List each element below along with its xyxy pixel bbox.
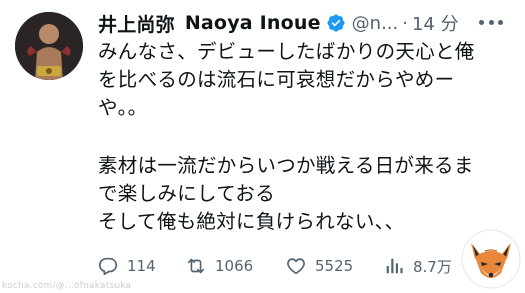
tweet-text: みんなさ、デビューしたばかりの天心と俺 を比べるのは流石に可哀想だからやめー や…: [98, 38, 513, 236]
like-icon: [287, 258, 305, 275]
verified-badge-icon: [327, 14, 345, 32]
view-count: 8.7万: [413, 257, 452, 276]
retweet-count: 1066: [215, 257, 254, 275]
reply-button[interactable]: 114: [97, 255, 185, 277]
author-name-jp[interactable]: 井上尚弥: [98, 10, 175, 37]
tweet-header: 井上尚弥 Naoya Inoue @n... · 14 分: [98, 10, 510, 36]
like-button[interactable]: 5525: [285, 255, 383, 277]
author-name-en[interactable]: Naoya Inoue: [185, 12, 321, 34]
tweet-line: 素材は一流だからいつか戦える日が来るま: [98, 154, 474, 177]
tweet-line: を比べるのは流石に可哀想だからやめー: [98, 68, 455, 91]
avatar[interactable]: [15, 12, 83, 80]
views-button[interactable]: 8.7万: [383, 255, 467, 277]
tweet-line: で楽しみにしておる: [98, 182, 276, 205]
tweet-card[interactable]: 井上尚弥 Naoya Inoue @n... · 14 分 みんなさ、デビューし…: [0, 0, 525, 293]
reply-icon: [98, 257, 118, 276]
more-icon[interactable]: [479, 12, 503, 32]
tweet-line: みんなさ、デビューしたばかりの天心と俺: [98, 40, 475, 63]
tweet-line: そして俺も絶対に負けられない、、: [98, 210, 405, 233]
reply-count: 114: [127, 257, 156, 275]
fox-logo: [461, 229, 521, 289]
author-handle[interactable]: @n...: [352, 13, 399, 34]
like-count: 5525: [315, 257, 354, 275]
retweet-icon: [187, 258, 205, 274]
timestamp[interactable]: 14 分: [412, 10, 459, 36]
watermark: kocha.com/@...ofnakatsuka: [2, 281, 132, 291]
action-bar: 114 1066 5525 8.7万: [97, 254, 467, 278]
retweet-button[interactable]: 1066: [185, 255, 285, 277]
tweet-line: や。。: [98, 96, 148, 119]
separator: ·: [402, 12, 408, 34]
views-icon: [386, 258, 403, 274]
